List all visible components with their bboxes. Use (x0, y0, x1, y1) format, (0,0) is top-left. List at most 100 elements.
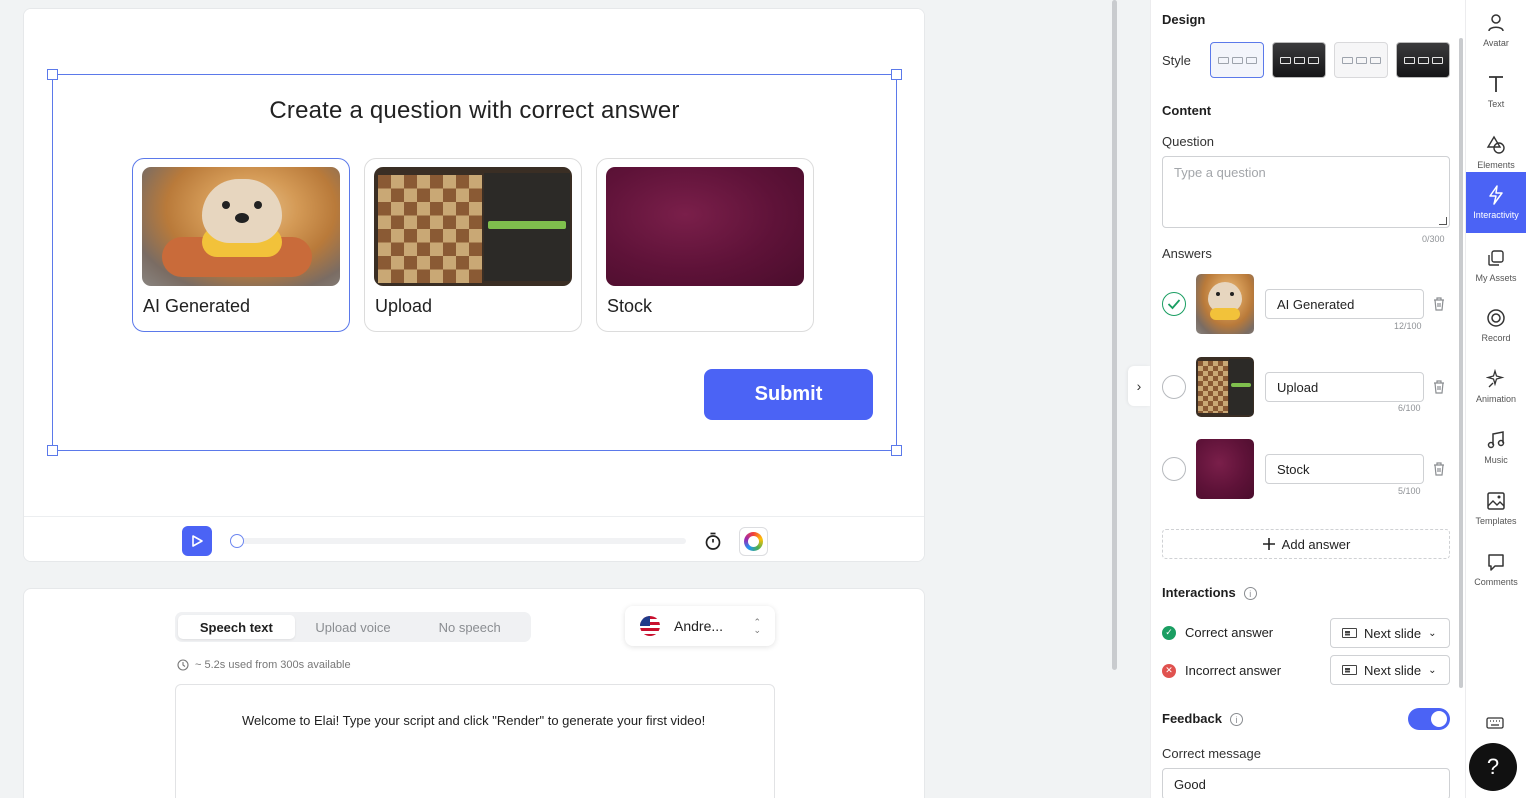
answer-input-value: Stock (1277, 461, 1310, 477)
answer-input-2[interactable]: Upload (1265, 372, 1424, 402)
slide-canvas-card: Create a question with correct answer AI… (23, 8, 925, 562)
usage-text: ~ 5.2s used from 300s available (195, 659, 351, 671)
player-bar (24, 516, 924, 561)
rail-item-animation[interactable]: Animation (1466, 356, 1526, 416)
timeline-knob[interactable] (230, 534, 244, 548)
text-icon (1489, 75, 1503, 92)
info-icon[interactable]: i (1243, 587, 1257, 601)
timeline-progress[interactable] (230, 534, 686, 548)
x-circle-icon: ✕ (1162, 663, 1176, 678)
resize-handle-top-left[interactable] (47, 69, 58, 80)
incorrect-action-select[interactable]: Next slide ⌄ (1330, 655, 1450, 685)
tab-upload-voice[interactable]: Upload voice (295, 615, 412, 639)
elements-icon (1486, 135, 1505, 154)
style-option-dark[interactable] (1272, 42, 1326, 78)
clock-icon (177, 659, 189, 671)
selection-frame[interactable]: Create a question with correct answer AI… (47, 69, 902, 456)
speech-card: Speech text Upload voice No speech Andre… (23, 588, 925, 798)
main-scrollbar[interactable] (1112, 0, 1117, 670)
resize-handle-top-right[interactable] (891, 69, 902, 80)
answer-card-label: AI Generated (143, 296, 251, 316)
correct-answer-radio-2[interactable] (1162, 375, 1186, 399)
add-answer-label: Add answer (1281, 536, 1351, 552)
answer-card-label: Upload (375, 296, 433, 316)
correct-action-select[interactable]: Next slide ⌄ (1330, 618, 1450, 648)
keyboard-icon[interactable] (1486, 716, 1504, 730)
collapse-panel-button[interactable]: › (1128, 366, 1150, 406)
correct-message-value: Good (1174, 776, 1206, 792)
incorrect-action-value: Next slide (1364, 662, 1422, 678)
correct-message-input[interactable]: Good (1162, 768, 1450, 798)
answer-card-ai-generated[interactable]: AI Generated (132, 158, 350, 332)
templates-icon (1487, 491, 1505, 510)
correct-answer-radio-3[interactable] (1162, 457, 1186, 481)
add-answer-button[interactable]: Add answer (1162, 529, 1450, 559)
properties-panel: Design Style Content Question Type a que… (1150, 0, 1465, 798)
background-color-button[interactable] (739, 527, 768, 556)
trash-icon[interactable] (1432, 296, 1446, 312)
answer-input-3[interactable]: Stock (1265, 454, 1424, 484)
rail-item-avatar[interactable]: Avatar (1466, 0, 1526, 60)
answer-input-1[interactable]: AI Generated (1265, 289, 1424, 319)
rail-item-music[interactable]: Music (1466, 417, 1526, 477)
answer-card-upload[interactable]: Upload (364, 158, 582, 332)
incorrect-answer-label: Incorrect answer (1185, 663, 1282, 678)
rail-item-templates[interactable]: Templates (1466, 478, 1526, 538)
content-title: Content (1162, 103, 1212, 118)
rail-item-label: Text (1487, 98, 1505, 109)
answer-counter-3: 5/100 (1398, 486, 1421, 496)
tab-no-speech[interactable]: No speech (411, 615, 528, 639)
voice-select[interactable]: Andre... ⌃ ⌄ (625, 606, 775, 646)
resize-handle-bottom-left[interactable] (47, 445, 58, 456)
answer-thumb-texture[interactable] (1196, 439, 1254, 499)
us-flag-icon (640, 616, 660, 636)
answer-thumb-dog[interactable] (1196, 274, 1254, 334)
check-circle-icon: ✓ (1162, 625, 1176, 640)
answer-counter-2: 6/100 (1398, 403, 1421, 413)
rail-item-my-assets[interactable]: My Assets (1466, 235, 1526, 295)
resize-grip-icon[interactable] (1439, 217, 1447, 225)
answer-image-dog (142, 167, 340, 286)
chevron-updown-icon: ⌃ ⌄ (753, 617, 761, 635)
info-icon[interactable]: i (1229, 713, 1243, 727)
music-icon (1487, 430, 1505, 448)
voice-name: Andre... (674, 618, 724, 634)
resize-handle-bottom-right[interactable] (891, 445, 902, 456)
panel-scrollbar[interactable] (1459, 38, 1463, 688)
avatar-icon (1488, 13, 1504, 31)
rail-item-label: Animation (1475, 393, 1517, 404)
answer-thumb-chess[interactable] (1196, 357, 1254, 417)
tab-speech-text[interactable]: Speech text (178, 615, 295, 639)
rail-item-text[interactable]: Text (1466, 61, 1526, 121)
correct-answer-label: Correct answer (1185, 625, 1274, 640)
check-icon (1167, 299, 1181, 310)
rail-item-interactivity[interactable]: Interactivity (1466, 172, 1526, 233)
style-option-light-outline[interactable] (1210, 42, 1264, 78)
submit-button[interactable]: Submit (704, 369, 873, 420)
script-editor[interactable]: Welcome to Elai! Type your script and cl… (175, 684, 775, 798)
play-icon (192, 535, 203, 547)
chevron-down-icon: ⌄ (1428, 627, 1437, 639)
feedback-toggle[interactable] (1408, 708, 1450, 730)
rail-item-label: Templates (1475, 515, 1517, 526)
rail-item-record[interactable]: Record (1466, 295, 1526, 355)
answer-card-stock[interactable]: Stock (596, 158, 814, 332)
trash-icon[interactable] (1432, 461, 1446, 477)
style-option-dark-gradient[interactable] (1396, 42, 1450, 78)
play-button[interactable] (182, 526, 212, 556)
script-text: Welcome to Elai! Type your script and cl… (242, 713, 706, 728)
style-option-light[interactable] (1334, 42, 1388, 78)
answer-card-label: Stock (607, 296, 653, 316)
rail-item-label: My Assets (1475, 272, 1517, 283)
question-title: Create a question with correct answer (269, 97, 680, 124)
correct-answer-radio-1[interactable] (1162, 292, 1186, 316)
slide-preview[interactable]: Create a question with correct answer AI… (24, 9, 924, 516)
timer-icon[interactable] (703, 531, 723, 551)
answer-image-texture (606, 167, 804, 286)
question-input[interactable]: Type a question (1162, 156, 1450, 228)
rail-item-comments[interactable]: Comments (1466, 539, 1526, 599)
trash-icon[interactable] (1432, 379, 1446, 395)
interactivity-icon (1489, 185, 1503, 205)
help-button[interactable]: ? (1469, 743, 1517, 791)
answers-label: Answers (1162, 246, 1212, 261)
